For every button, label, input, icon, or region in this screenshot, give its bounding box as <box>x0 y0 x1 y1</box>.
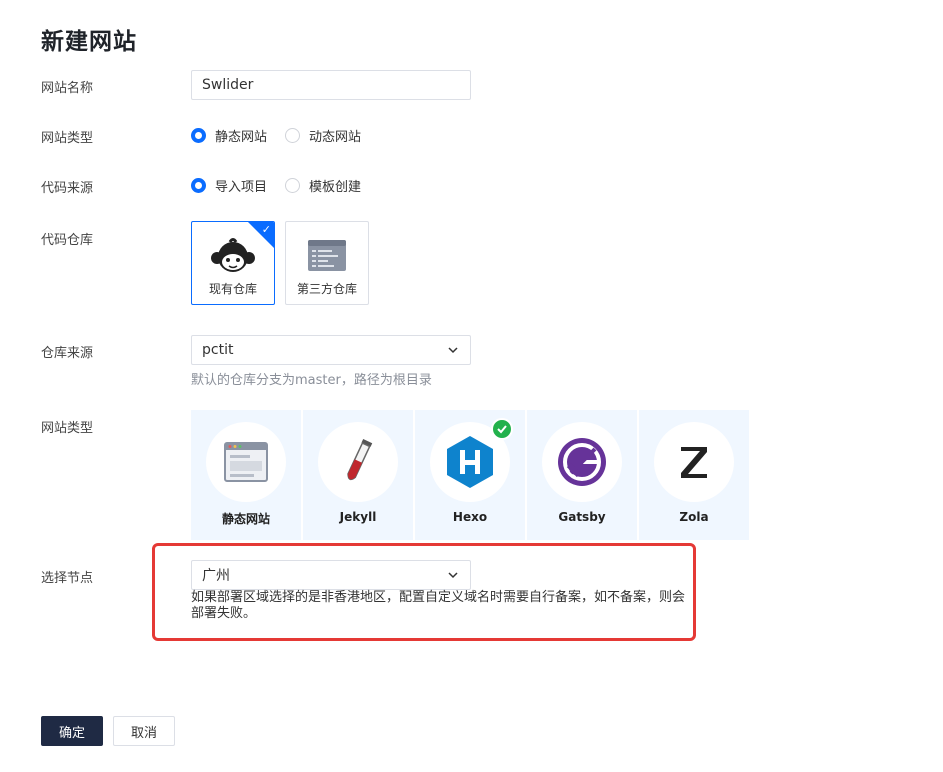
repo-card-third-party[interactable]: 第三方仓库 <box>285 221 369 305</box>
test-tube-icon <box>347 439 373 481</box>
cancel-button[interactable]: 取消 <box>113 716 175 746</box>
radio-label: 动态网站 <box>309 130 362 145</box>
node-label: 选择节点 <box>41 571 94 586</box>
site-type-radio-group: 静态网站 动态网站 <box>191 126 379 145</box>
zola-z-icon <box>681 447 707 478</box>
radio-label: 模板创建 <box>309 180 362 195</box>
repo-card-label: 现有仓库 <box>208 282 257 296</box>
framework-name: 静态网站 <box>221 512 270 526</box>
radio-dot <box>191 128 206 143</box>
select-value: pctit <box>202 342 234 358</box>
check-icon: ✓ <box>261 223 271 236</box>
code-source-label: 代码来源 <box>41 181 94 196</box>
radio-static-site[interactable]: 静态网站 <box>191 126 267 145</box>
hexagon-h-icon <box>447 436 493 488</box>
framework-name: Zola <box>679 510 709 524</box>
monkey-logo-icon <box>211 238 255 272</box>
framework-icon-circle <box>654 422 734 502</box>
check-icon <box>497 425 507 434</box>
page-title: 新建网站 <box>41 29 137 55</box>
node-warning: 如果部署区域选择的是非香港地区，配置自定义域名时需要自行备案，如不备案，则会部署… <box>191 590 686 621</box>
node-select[interactable]: 广州 <box>191 560 471 590</box>
code-source-radio-group: 导入项目 模板创建 <box>191 176 379 195</box>
confirm-button[interactable]: 确定 <box>41 716 103 746</box>
framework-card-gatsby[interactable]: Gatsby <box>527 410 637 540</box>
framework-card-static[interactable]: 静态网站 <box>191 410 301 540</box>
code-window-icon <box>308 240 346 271</box>
repo-card-existing[interactable]: ✓ 现有仓库 <box>191 221 275 305</box>
selected-badge <box>491 418 513 440</box>
framework-list: 静态网站 Jekyll Hexo Gatsby Zola <box>191 410 751 540</box>
framework-name: Gatsby <box>558 510 606 524</box>
select-value: 广州 <box>202 568 230 584</box>
repo-source-select[interactable]: pctit <box>191 335 471 365</box>
radio-template-create[interactable]: 模板创建 <box>285 176 361 195</box>
radio-label: 导入项目 <box>215 180 268 195</box>
framework-icon-circle <box>206 422 286 502</box>
radio-dot <box>285 128 301 143</box>
repo-card-label: 第三方仓库 <box>296 282 357 296</box>
radio-label: 静态网站 <box>215 130 268 145</box>
framework-card-hexo[interactable]: Hexo <box>415 410 525 540</box>
radio-dot <box>191 178 206 193</box>
gatsby-logo-icon <box>558 438 606 486</box>
framework-card-jekyll[interactable]: Jekyll <box>303 410 413 540</box>
framework-icon-circle <box>542 422 622 502</box>
repo-source-label: 仓库来源 <box>41 346 94 361</box>
framework-card-zola[interactable]: Zola <box>639 410 749 540</box>
site-type-label: 网站类型 <box>41 131 94 146</box>
site-name-label: 网站名称 <box>41 81 94 96</box>
framework-name: Hexo <box>452 510 488 524</box>
radio-dynamic-site[interactable]: 动态网站 <box>285 126 361 145</box>
radio-dot <box>285 178 301 193</box>
framework-icon-circle <box>318 422 398 502</box>
radio-import-project[interactable]: 导入项目 <box>191 176 267 195</box>
repo-source-hint: 默认的仓库分支为master，路径为根目录 <box>191 373 432 388</box>
browser-window-icon <box>224 442 268 482</box>
site-name-input[interactable] <box>191 70 471 100</box>
framework-label: 网站类型 <box>41 421 94 436</box>
code-repo-label: 代码仓库 <box>41 233 94 248</box>
chevron-down-icon <box>448 572 458 579</box>
chevron-down-icon <box>448 347 458 354</box>
framework-name: Jekyll <box>339 510 377 524</box>
